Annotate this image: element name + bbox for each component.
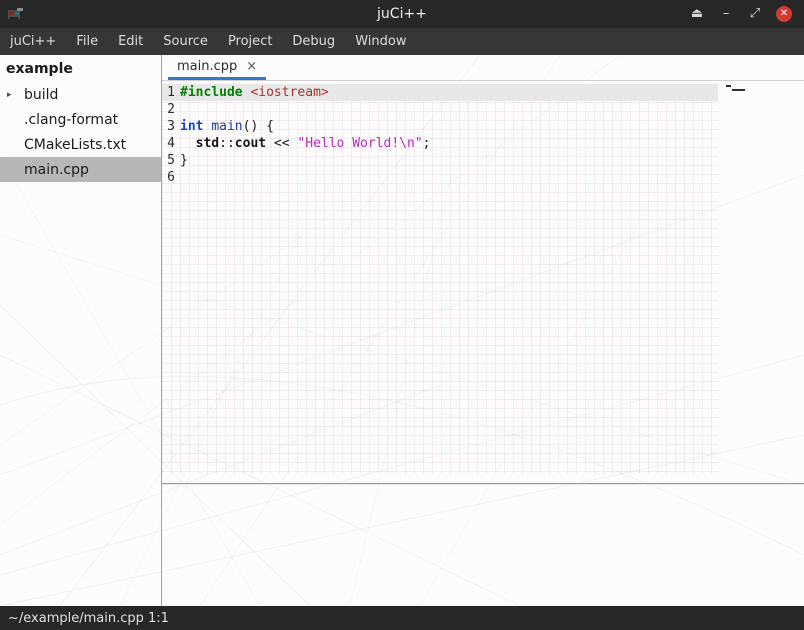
tab-main-cpp[interactable]: main.cpp ×	[168, 55, 266, 80]
line-number: 2	[162, 101, 175, 118]
terminal-pane[interactable]	[162, 485, 804, 606]
code-line-2[interactable]: 2	[162, 101, 718, 118]
tree-item-label: build	[24, 87, 58, 103]
line-number: 4	[162, 135, 175, 152]
menu-edit[interactable]: Edit	[108, 28, 153, 55]
code-line-3[interactable]: 3int main() {	[162, 118, 718, 135]
sidebar: example ▸ build .clang-format CMakeLists.tx…	[0, 55, 162, 606]
status-bar: ~/example/main.cpp 1:1	[0, 606, 804, 630]
tab-close-icon[interactable]: ×	[246, 60, 257, 73]
menubar: juCi++FileEditSourceProjectDebugWindow	[0, 28, 804, 55]
editor[interactable]: 1#include <iostream>23int main() {4 std:…	[162, 81, 804, 483]
restore-button[interactable]: ⤢	[747, 6, 763, 22]
expander-icon[interactable]: ▸	[7, 90, 12, 100]
code-area[interactable]: 1#include <iostream>23int main() {4 std:…	[162, 84, 718, 186]
minimize-button[interactable]: –	[718, 6, 734, 22]
code-text	[175, 169, 180, 186]
source-map[interactable]	[718, 81, 803, 483]
menu-file[interactable]: File	[66, 28, 108, 55]
menu-debug[interactable]: Debug	[282, 28, 345, 55]
file-tree: ▸ build .clang-format CMakeLists.txt main.cp…	[0, 82, 161, 182]
tree-item-build[interactable]: ▸ build	[0, 82, 161, 107]
line-number: 5	[162, 152, 175, 169]
code-line-5[interactable]: 5}	[162, 152, 718, 169]
app-icon	[7, 7, 25, 22]
code-line-6[interactable]: 6	[162, 169, 718, 186]
code-text	[175, 101, 180, 118]
line-number: 1	[162, 84, 175, 101]
tree-item-clang-format[interactable]: .clang-format	[0, 107, 161, 132]
code-text: std::cout << "Hello World!\n";	[175, 135, 430, 152]
tab-bar: main.cpp ×	[162, 55, 804, 81]
window-title: juCi++	[0, 6, 804, 22]
line-number: 6	[162, 169, 175, 186]
tree-item-label: .clang-format	[24, 112, 118, 128]
source-map-mark	[726, 85, 731, 87]
line-number: 3	[162, 118, 175, 135]
title-bar: juCi++ ⏏–⤢ ✕	[0, 0, 804, 28]
code-line-1[interactable]: 1#include <iostream>	[162, 84, 718, 101]
main-area: main.cpp × 1#include <iostream>23int main…	[162, 55, 804, 606]
tab-label: main.cpp	[177, 59, 237, 74]
code-text: }	[175, 152, 188, 169]
window-controls: ⏏–⤢ ✕	[689, 6, 804, 22]
source-map-mark	[732, 89, 745, 91]
menu-juci[interactable]: juCi++	[0, 28, 66, 55]
code-text: #include <iostream>	[175, 84, 329, 101]
close-button[interactable]: ✕	[776, 6, 792, 22]
tree-item-label: main.cpp	[24, 162, 89, 178]
eject-button[interactable]: ⏏	[689, 6, 705, 22]
menu-project[interactable]: Project	[218, 28, 282, 55]
tree-item-main-cpp[interactable]: main.cpp	[0, 157, 161, 182]
tree-item-label: CMakeLists.txt	[24, 137, 126, 153]
code-line-4[interactable]: 4 std::cout << "Hello World!\n";	[162, 135, 718, 152]
code-text: int main() {	[175, 118, 274, 135]
status-text: ~/example/main.cpp 1:1	[8, 611, 169, 626]
menu-window[interactable]: Window	[345, 28, 416, 55]
app-window: juCi++ ⏏–⤢✕ juCi++FileEditSourceProjectD…	[0, 0, 804, 630]
content-area: example ▸ build .clang-format CMakeLists.tx…	[0, 55, 804, 606]
menu-source[interactable]: Source	[153, 28, 218, 55]
tree-item-cmakelists-txt[interactable]: CMakeLists.txt	[0, 132, 161, 157]
project-root-label: example	[0, 55, 161, 82]
